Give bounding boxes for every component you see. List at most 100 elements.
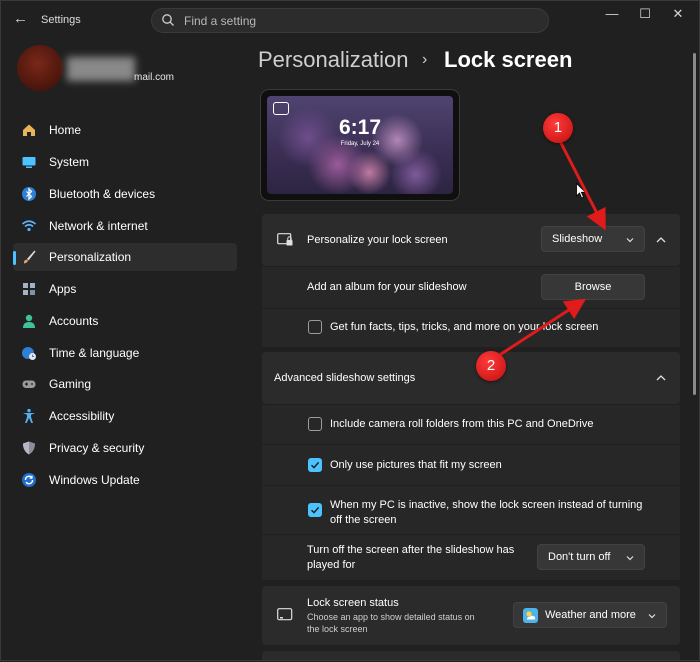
preview-wallpaper: 6:17 Friday, July 24	[267, 96, 453, 194]
sidebar-item-home[interactable]: Home	[13, 116, 237, 144]
sidebar-item-apps[interactable]: Apps	[13, 275, 237, 303]
sidebar-item-network[interactable]: Network & internet	[13, 212, 237, 240]
sidebar-item-accessibility[interactable]: Accessibility	[13, 402, 237, 430]
sidebar-item-label: Gaming	[49, 377, 92, 391]
camera-roll-label: Include camera roll folders from this PC…	[330, 418, 594, 430]
album-label: Add an album for your slideshow	[307, 281, 467, 293]
home-icon	[23, 124, 35, 136]
account-email: mail.com	[134, 72, 175, 83]
sidebar-item-label: Apps	[49, 282, 77, 296]
sidebar-item-label: Home	[49, 123, 82, 137]
personalize-label: Personalize your lock screen	[307, 234, 448, 246]
sidebar-item-privacy-security[interactable]: Privacy & security	[13, 434, 237, 462]
inactive-checkbox[interactable]	[308, 503, 322, 517]
sidebar-item-accounts[interactable]: Accounts	[13, 307, 237, 335]
bluetooth-icon	[22, 187, 36, 201]
chevron-up-icon[interactable]	[656, 374, 666, 382]
chevron-up-icon[interactable]	[656, 236, 666, 244]
settings-window: ← Settings Find a setting — ☐ ✕ mail.com…	[0, 0, 700, 661]
status-label: Lock screen status	[307, 597, 399, 609]
status-app-dropdown[interactable]: Weather and more	[513, 602, 667, 628]
avatar[interactable]	[17, 45, 63, 91]
sidebar-item-label: Accessibility	[49, 409, 115, 423]
inactive-label-line1: When my PC is inactive, show the lock sc…	[330, 499, 643, 511]
dropdown-value: Weather and more	[545, 609, 636, 621]
page-title: Lock screen	[444, 47, 573, 72]
next-card-partial	[262, 651, 680, 660]
scrollbar-thumb[interactable]	[693, 53, 696, 395]
search-icon	[162, 14, 174, 26]
mouse-cursor-icon	[576, 183, 586, 199]
checkmark-icon	[311, 461, 320, 469]
shield-icon	[23, 441, 35, 455]
accessibility-icon	[23, 408, 35, 423]
sidebar-item-label: System	[49, 155, 90, 169]
turn-off-screen-row: Turn off the screen after the slideshow …	[262, 535, 680, 580]
back-arrow-icon[interactable]: ←	[13, 11, 29, 27]
preview-date: Friday, July 24	[340, 141, 380, 147]
gamepad-icon	[22, 380, 36, 388]
chevron-down-icon	[626, 556, 634, 561]
lock-screen-status-card: Lock screen status Choose an app to show…	[262, 586, 680, 645]
sidebar-item-label: Privacy & security	[49, 441, 145, 455]
slideshow-dropdown[interactable]: Slideshow	[541, 226, 645, 252]
sidebar-item-windows-update[interactable]: Windows Update	[13, 466, 237, 494]
sidebar-item-label: Windows Update	[49, 473, 140, 487]
fun-facts-label: Get fun facts, tips, tricks, and more on…	[330, 321, 599, 333]
checkmark-icon	[311, 506, 320, 514]
sidebar-item-personalization[interactable]: Personalization	[13, 243, 237, 271]
browse-button[interactable]: Browse	[541, 274, 645, 300]
personalize-lock-screen-card: Personalize your lock screen Slideshow	[262, 214, 680, 266]
turn-off-label-line2: played for	[307, 559, 356, 571]
slideshow-icon	[273, 102, 289, 115]
search-box[interactable]: Find a setting	[151, 8, 549, 33]
apps-icon	[23, 283, 35, 295]
breadcrumb-separator: ›	[422, 51, 428, 68]
maximize-button[interactable]: ☐	[633, 5, 657, 23]
sidebar-item-time-language[interactable]: Time & language	[13, 339, 237, 367]
search-placeholder: Find a setting	[184, 14, 257, 28]
sidebar-item-bluetooth[interactable]: Bluetooth & devices	[13, 180, 237, 208]
minimize-button[interactable]: —	[600, 5, 624, 23]
sidebar-item-label: Personalization	[49, 250, 132, 264]
sidebar-item-label: Accounts	[49, 314, 99, 328]
chevron-down-icon	[648, 614, 656, 619]
update-icon	[22, 473, 36, 487]
sidebar-item-label: Bluetooth & devices	[49, 187, 156, 201]
camera-roll-checkbox[interactable]	[308, 417, 322, 431]
dropdown-value: Slideshow	[552, 233, 603, 245]
sidebar-item-system[interactable]: System	[13, 148, 237, 176]
inactive-label-line2: off the screen	[330, 514, 397, 526]
chevron-down-icon	[626, 238, 634, 243]
fun-facts-checkbox[interactable]	[308, 320, 322, 334]
lock-screen-preview: 6:17 Friday, July 24	[261, 90, 459, 200]
sidebar-item-label: Network & internet	[49, 219, 148, 233]
redacted-name	[67, 57, 135, 81]
status-device-icon	[277, 608, 293, 621]
sidebar-item-label: Time & language	[49, 346, 140, 360]
annotation-marker-1: 1	[543, 113, 573, 143]
browse-label: Browse	[574, 281, 612, 293]
annotation-marker-2: 2	[476, 351, 506, 381]
breadcrumb-parent[interactable]: Personalization	[258, 47, 408, 73]
fit-pictures-checkbox[interactable]	[308, 458, 322, 472]
turn-off-label-line1: Turn off the screen after the slideshow …	[307, 544, 515, 556]
dropdown-value: Don't turn off	[548, 551, 611, 563]
preview-time: 6:17	[338, 116, 382, 139]
album-row: Add an album for your slideshow Browse	[262, 267, 680, 308]
turn-off-dropdown[interactable]: Don't turn off	[537, 544, 645, 570]
close-button[interactable]: ✕	[666, 5, 690, 23]
fun-facts-row: Get fun facts, tips, tricks, and more on…	[262, 309, 680, 347]
brush-icon	[23, 250, 36, 264]
sidebar-item-gaming[interactable]: Gaming	[13, 370, 237, 398]
advanced-label: Advanced slideshow settings	[274, 372, 416, 384]
status-desc-line2: the lock screen	[307, 624, 368, 634]
lock-screen-icon	[277, 233, 293, 246]
camera-roll-row: Include camera roll folders from this PC…	[262, 405, 680, 444]
fit-pictures-row: Only use pictures that fit my screen	[262, 445, 680, 485]
advanced-slideshow-card[interactable]: Advanced slideshow settings	[262, 352, 680, 404]
fit-pictures-label: Only use pictures that fit my screen	[330, 459, 502, 471]
inactive-row: When my PC is inactive, show the lock sc…	[262, 486, 680, 534]
person-icon	[23, 314, 35, 328]
globe-clock-icon	[22, 347, 36, 360]
